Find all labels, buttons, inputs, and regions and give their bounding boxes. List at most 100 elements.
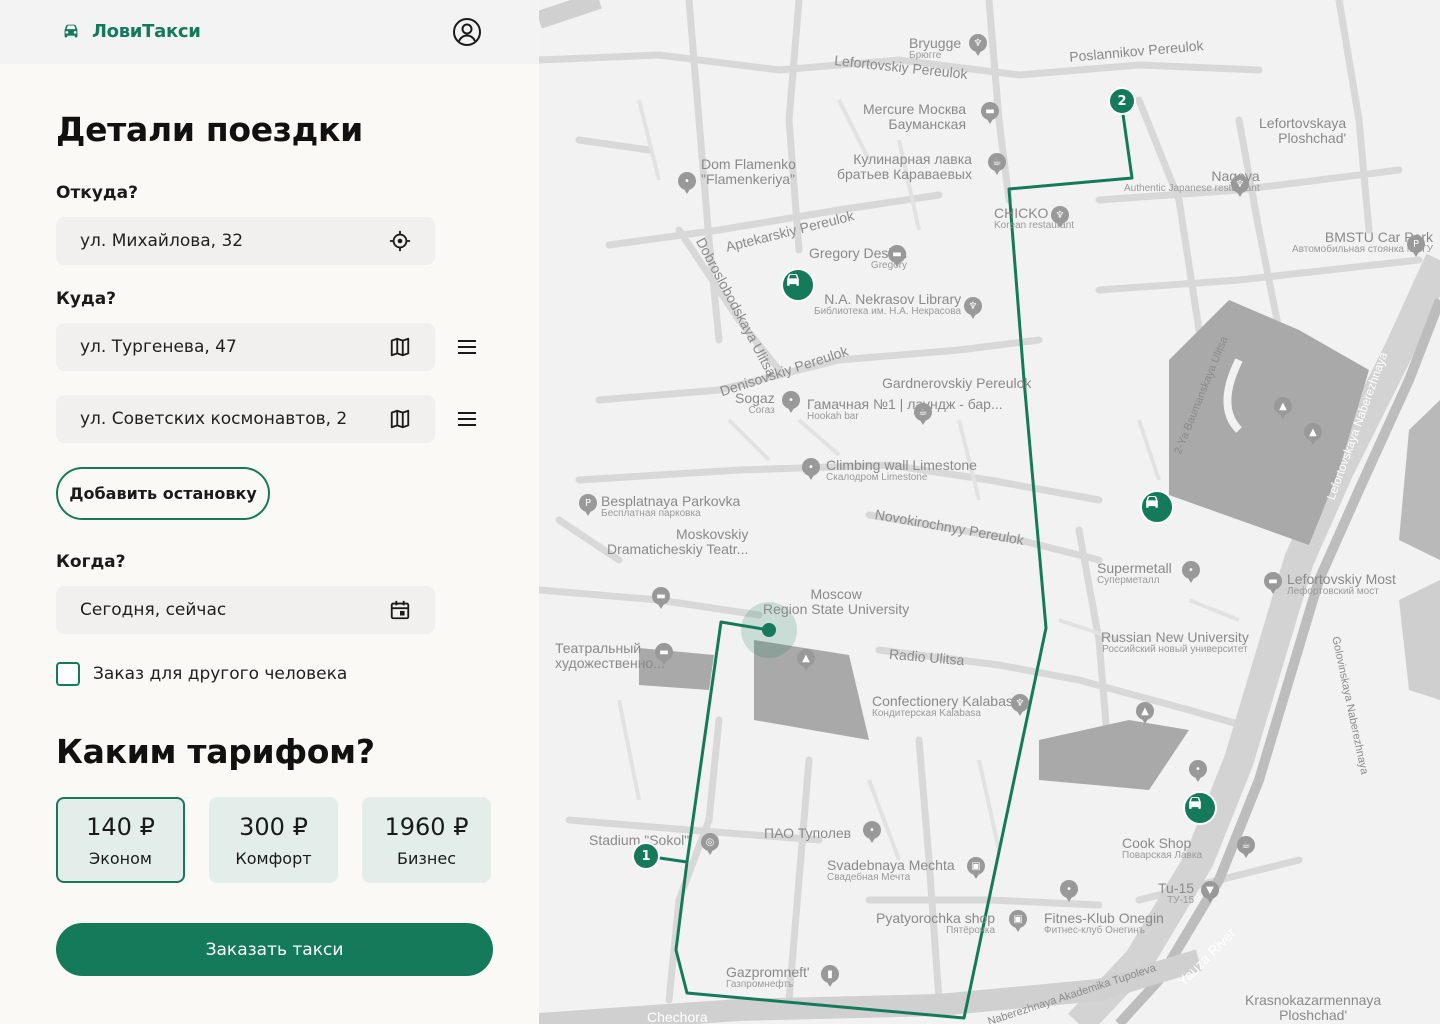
map-label: Gazpromneft' Газпромнефть <box>726 964 810 990</box>
restaurant-pin-icon[interactable]: ♆ <box>969 34 987 56</box>
destination-field-1[interactable]: ул. Тургенева, 47 <box>56 323 435 371</box>
place-pin-icon[interactable]: • <box>863 821 881 843</box>
map-label: Krasnokazarmennaya Ploshchad' <box>1245 992 1382 1023</box>
map-label: N.A. Nekrasov Library Библиотека им. Н.А.… <box>814 291 962 317</box>
parking-pin-icon[interactable]: P <box>1407 235 1425 257</box>
cafe-pin-icon[interactable]: ☕ <box>988 153 1006 175</box>
profile-icon[interactable] <box>451 16 483 48</box>
map-label: Lefortovskaya Ploshchad' <box>1259 115 1347 146</box>
order-taxi-button[interactable]: Заказать такси <box>56 923 493 976</box>
restaurant-pin-icon[interactable]: ♆ <box>1051 206 1069 228</box>
map-label: Театральный художественно... <box>555 640 665 671</box>
map-label: Chechora <box>647 1009 708 1024</box>
route-marker-1[interactable]: 1 <box>632 842 660 870</box>
map-label: Lefortovskiy Most Лефортовский мост <box>1287 571 1396 597</box>
map-label: Mercure Москва Бауманская <box>863 101 967 132</box>
map-icon[interactable] <box>389 336 411 358</box>
taxi-car-icon[interactable] <box>1140 490 1174 524</box>
calendar-icon[interactable] <box>389 599 411 621</box>
place-pin-icon[interactable]: • <box>802 458 820 480</box>
when-value: Сегодня, сейчас <box>80 600 227 620</box>
map-label: Supermetall Суперметалл <box>1097 560 1172 586</box>
shop-pin-icon[interactable]: ▣ <box>1009 910 1027 932</box>
map-label: Sogaz Согаз <box>735 390 775 416</box>
university-pin-icon[interactable]: ▲ <box>1274 397 1292 419</box>
university-pin-icon[interactable]: ▲ <box>1136 702 1154 724</box>
library-pin-icon[interactable]: ♆ <box>964 297 982 319</box>
map[interactable]: Bryugge Брюгге Lefortovskiy Pereulok Posl… <box>539 0 1440 1024</box>
add-stop-button[interactable]: Добавить остановку <box>56 467 270 520</box>
taxi-car-icon[interactable] <box>1183 791 1217 825</box>
hotel-pin-icon[interactable]: ▬ <box>888 245 906 267</box>
tariff-business[interactable]: 1960 ₽ Бизнес <box>362 797 491 883</box>
tariff-heading: Каким тарифом? <box>56 732 375 771</box>
place-pin-icon[interactable]: • <box>782 391 800 413</box>
map-label: Fitnes-Klub Onegin Фитнес-клуб Онегинъ <box>1044 910 1164 936</box>
bar-pin-icon[interactable]: ▼ <box>1201 881 1219 903</box>
tariff-price: 140 ₽ <box>86 812 155 841</box>
tariff-price: 300 ₽ <box>239 812 308 841</box>
app-logo[interactable]: ЛовиТакси <box>60 20 201 42</box>
place-pin-icon[interactable]: • <box>1060 880 1078 902</box>
map-label: Dom Flamenko "Flamenkeriya" <box>701 156 796 187</box>
drag-handle-icon[interactable] <box>456 408 478 430</box>
map-label: Climbing wall Limestone Скалодром Limesto… <box>826 457 977 483</box>
app-name: ЛовиТакси <box>92 20 201 42</box>
map-label: Besplatnaya Parkovka Бесплатная парковка <box>601 493 741 519</box>
place-pin-icon[interactable]: • <box>1182 561 1200 583</box>
fuel-pin-icon[interactable]: ▮ <box>821 965 839 987</box>
tariff-economy[interactable]: 140 ₽ Эконом <box>56 797 185 883</box>
hotel-pin-icon[interactable]: ▬ <box>981 102 999 124</box>
top-bar: ЛовиТакси <box>0 0 539 64</box>
car-icon <box>64 24 78 38</box>
trip-panel: ЛовиТакси Детали поездки Откуда? ул. Мих… <box>0 0 539 1024</box>
map-label: Bryugge Брюгге <box>909 35 962 61</box>
place-pin-icon[interactable]: • <box>1189 760 1207 782</box>
to-label: Куда? <box>56 289 117 309</box>
from-label: Откуда? <box>56 183 138 203</box>
other-person-checkbox[interactable] <box>56 662 80 686</box>
map-label: Tu-15 ТУ-15 <box>1158 880 1195 906</box>
destination-value-2: ул. Советских космонавтов, 2 <box>80 409 348 429</box>
tariff-name: Комфорт <box>235 848 312 868</box>
tariff-name: Бизнес <box>397 848 456 868</box>
map-label: ПАО Туполев <box>764 825 852 841</box>
map-label: Pyatyorochka shop Пятёрочка <box>876 910 996 936</box>
restaurant-pin-icon[interactable]: ♆ <box>1011 694 1029 716</box>
stadium-pin-icon[interactable]: ◎ <box>701 833 719 855</box>
map-label: Russian New University Российский новый у… <box>1101 629 1249 655</box>
map-label: Confectionery Kalabasa Кондитерская Kalab… <box>872 693 1021 719</box>
map-label: Кулинарная лавка братьев Караваевых <box>837 151 972 182</box>
place-pin-icon[interactable]: • <box>678 172 696 194</box>
other-person-checkbox-row[interactable]: Заказ для другого человека <box>56 662 347 686</box>
map-label: Cook Shop Поварская Лавка <box>1122 835 1203 861</box>
destination-value-1: ул. Тургенева, 47 <box>80 337 237 357</box>
destination-field-2[interactable]: ул. Советских космонавтов, 2 <box>56 395 435 443</box>
university-pin-icon[interactable]: ▲ <box>797 649 815 671</box>
drag-handle-icon[interactable] <box>456 336 478 358</box>
cafe-pin-icon[interactable]: ☕ <box>914 403 932 425</box>
tariff-name: Эконом <box>89 848 152 868</box>
from-value: ул. Михайлова, 32 <box>80 231 244 251</box>
taxi-car-icon[interactable] <box>781 268 815 302</box>
parking-pin-icon[interactable]: P <box>579 494 597 516</box>
map-label: Moscow Region State University <box>763 586 910 617</box>
university-pin-icon[interactable]: ▲ <box>1304 423 1322 445</box>
shop-pin-icon[interactable]: ▣ <box>967 857 985 879</box>
tariff-price: 1960 ₽ <box>384 812 469 841</box>
map-label: Gardnerovskiy Pereulok <box>882 375 1032 391</box>
locate-icon[interactable] <box>389 230 411 252</box>
restaurant-pin-icon[interactable]: ♆ <box>1231 175 1249 197</box>
other-person-label: Заказ для другого человека <box>93 664 348 684</box>
tariff-comfort[interactable]: 300 ₽ Комфорт <box>209 797 338 883</box>
when-label: Когда? <box>56 552 126 572</box>
theatre-pin-icon[interactable]: ▬ <box>655 643 673 665</box>
cafe-pin-icon[interactable]: ☕ <box>1237 836 1255 858</box>
when-field[interactable]: Сегодня, сейчас <box>56 586 435 634</box>
page-title: Детали поездки <box>56 110 363 149</box>
from-field[interactable]: ул. Михайлова, 32 <box>56 217 435 265</box>
hotel-pin-icon[interactable]: ▬ <box>652 587 670 609</box>
map-icon[interactable] <box>389 408 411 430</box>
route-marker-2[interactable]: 2 <box>1108 87 1136 115</box>
hotel-pin-icon[interactable]: ▬ <box>1264 572 1282 594</box>
